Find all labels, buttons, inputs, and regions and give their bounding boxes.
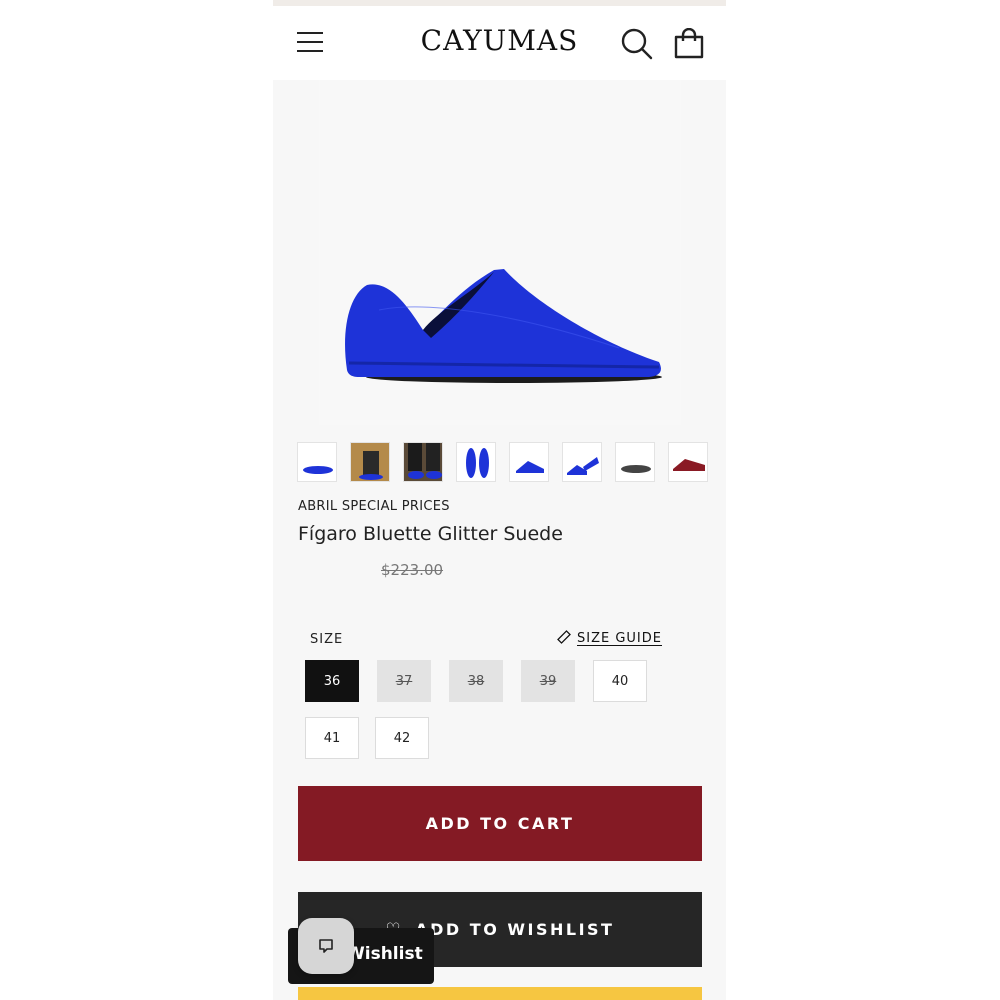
payment-button[interactable]: [298, 987, 702, 1000]
thumbnail[interactable]: [562, 442, 602, 482]
thumbnail[interactable]: [350, 442, 390, 482]
size-option-37[interactable]: 37: [377, 660, 431, 702]
size-option-40[interactable]: 40: [593, 660, 647, 702]
product-main-image[interactable]: [319, 80, 681, 425]
product-section: ABRIL SPECIAL PRICES Fígaro Bluette Glit…: [273, 80, 726, 1000]
search-icon[interactable]: [621, 28, 653, 60]
add-to-wishlist-label: ADD TO WISHLIST: [415, 920, 615, 939]
size-option-39[interactable]: 39: [521, 660, 575, 702]
thumbnail[interactable]: [615, 442, 655, 482]
product-title: Fígaro Bluette Glitter Suede: [298, 523, 563, 545]
promo-label: ABRIL SPECIAL PRICES: [298, 499, 450, 514]
thumbnail[interactable]: [668, 442, 708, 482]
thumbnail[interactable]: [509, 442, 549, 482]
thumbnail[interactable]: [456, 442, 496, 482]
add-to-cart-button[interactable]: ADD TO CART: [298, 786, 702, 861]
size-option-38[interactable]: 38: [449, 660, 503, 702]
thumbnail[interactable]: [297, 442, 337, 482]
thumbnail[interactable]: [403, 442, 443, 482]
size-option-42[interactable]: 42: [375, 717, 429, 759]
thumbnail-strip: [297, 442, 708, 484]
size-guide-label: SIZE GUIDE: [577, 631, 662, 646]
mobile-page: CAYUMAS ABRIL SPECIAL PRICES Fígaro Blue…: [273, 0, 726, 1000]
ruler-icon: [557, 630, 571, 644]
shopping-bag-icon[interactable]: [673, 27, 705, 60]
size-guide-link[interactable]: SIZE GUIDE: [557, 630, 662, 646]
site-logo[interactable]: CAYUMAS: [273, 24, 726, 57]
chat-icon[interactable]: [298, 918, 354, 974]
size-option-36[interactable]: 36: [305, 660, 359, 702]
size-option-41[interactable]: 41: [305, 717, 359, 759]
size-label: SIZE: [310, 632, 344, 647]
site-header: CAYUMAS: [273, 6, 726, 80]
compare-price: $223.00: [381, 561, 444, 579]
wishlist-label: Wishlist: [346, 944, 423, 964]
